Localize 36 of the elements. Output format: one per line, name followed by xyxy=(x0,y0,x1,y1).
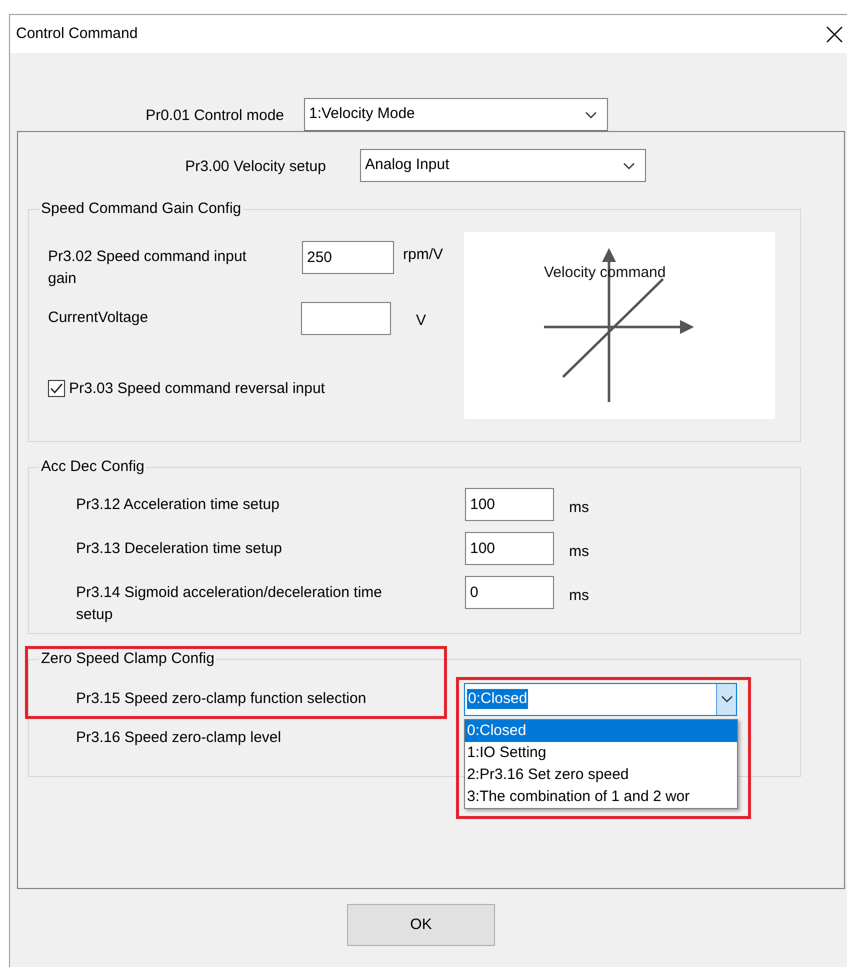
input-field[interactable]: 0 xyxy=(465,576,554,608)
chevron-down-icon xyxy=(585,110,597,118)
field-label: Pr3.16 Speed zero-clamp level xyxy=(76,728,282,746)
field-label: CurrentVoltage xyxy=(48,308,148,326)
dropdown-option[interactable]: 1:IO Setting xyxy=(465,742,737,764)
chevron-down-icon xyxy=(623,162,635,170)
field-label: Pr3.13 Deceleration time setup xyxy=(76,538,283,558)
field-label: Pr0.01 Control mode xyxy=(146,106,284,126)
dropdown-option[interactable]: 0:Closed xyxy=(465,720,737,742)
unit-label: V xyxy=(416,310,426,331)
dropdown-option[interactable]: 3:The combination of 1 and 2 wor xyxy=(465,786,737,808)
input-field[interactable]: 250 xyxy=(302,240,394,274)
window-title: Control Command xyxy=(16,24,138,44)
group-title: Speed Command Gain Config xyxy=(40,199,242,219)
control-mode-dropdown[interactable]: 1:Velocity Mode xyxy=(304,98,608,131)
velocity-setup-dropdown[interactable]: Analog Input xyxy=(360,149,646,182)
unit-label: ms xyxy=(569,542,589,562)
checkbox[interactable] xyxy=(48,380,65,398)
field-label: Pr3.14 Sigmoid acceleration/deceleration time setup xyxy=(76,582,383,624)
field-label: Pr3.00 Velocity setup xyxy=(185,157,326,178)
dropdown-option[interactable]: 2:Pr3.16 Set zero speed xyxy=(465,764,737,786)
chevron-down-icon xyxy=(720,695,732,703)
input-field[interactable]: 100 xyxy=(465,532,554,564)
checkbox-label: Pr3.03 Speed command reversal input xyxy=(69,378,325,398)
ok-button[interactable]: OK xyxy=(347,904,495,946)
group-title: Zero Speed Clamp Config xyxy=(40,649,216,669)
close-icon[interactable] xyxy=(826,26,843,42)
unit-label: rpm/V xyxy=(403,244,444,264)
field-label: Pr3.12 Acceleration time setup xyxy=(76,494,280,514)
field-label: Pr3.02 Speed command input gain xyxy=(48,246,248,288)
unit-label: ms xyxy=(569,586,589,606)
group-title: Acc Dec Config xyxy=(40,457,146,477)
unit-label: ms xyxy=(569,498,589,518)
input-field[interactable] xyxy=(301,302,391,334)
field-label: Pr3.15 Speed zero-clamp function selection xyxy=(76,690,366,707)
input-field[interactable]: 100 xyxy=(465,488,554,520)
